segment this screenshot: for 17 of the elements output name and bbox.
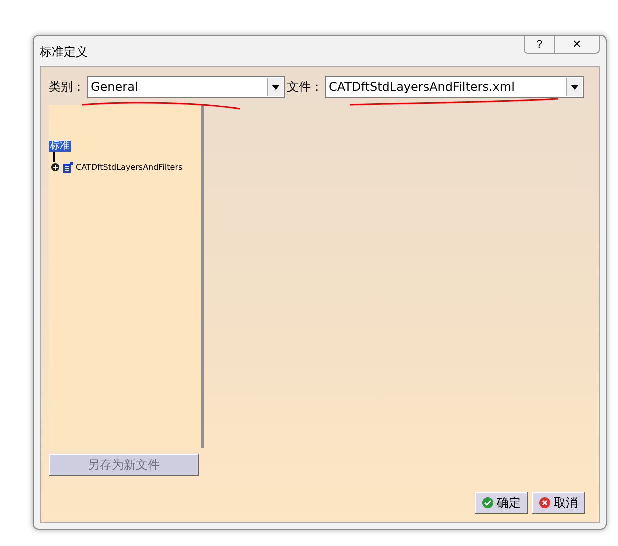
cross-circle-icon: [539, 497, 551, 509]
file-dropdown[interactable]: CATDftStdLayersAndFilters.xml: [325, 76, 584, 98]
ok-button[interactable]: 确定: [475, 492, 528, 514]
check-circle-icon: [482, 497, 494, 509]
caret-icon: [272, 84, 280, 90]
cancel-button[interactable]: 取消: [532, 492, 585, 514]
document-icon: [63, 162, 73, 173]
window-title: 标准定义: [40, 44, 88, 61]
category-label: 类别：: [49, 78, 85, 96]
tree-node[interactable]: 标准: [49, 141, 71, 152]
file-label: 文件：: [287, 78, 323, 96]
close-button[interactable]: ✕: [555, 36, 600, 54]
tree-node[interactable]: CATDftStdLayersAndFilters: [76, 163, 183, 172]
plus-icon[interactable]: [51, 163, 60, 172]
category-dropdown[interactable]: General: [87, 76, 285, 98]
caret-icon: [570, 84, 578, 90]
help-button[interactable]: ?: [524, 36, 555, 54]
